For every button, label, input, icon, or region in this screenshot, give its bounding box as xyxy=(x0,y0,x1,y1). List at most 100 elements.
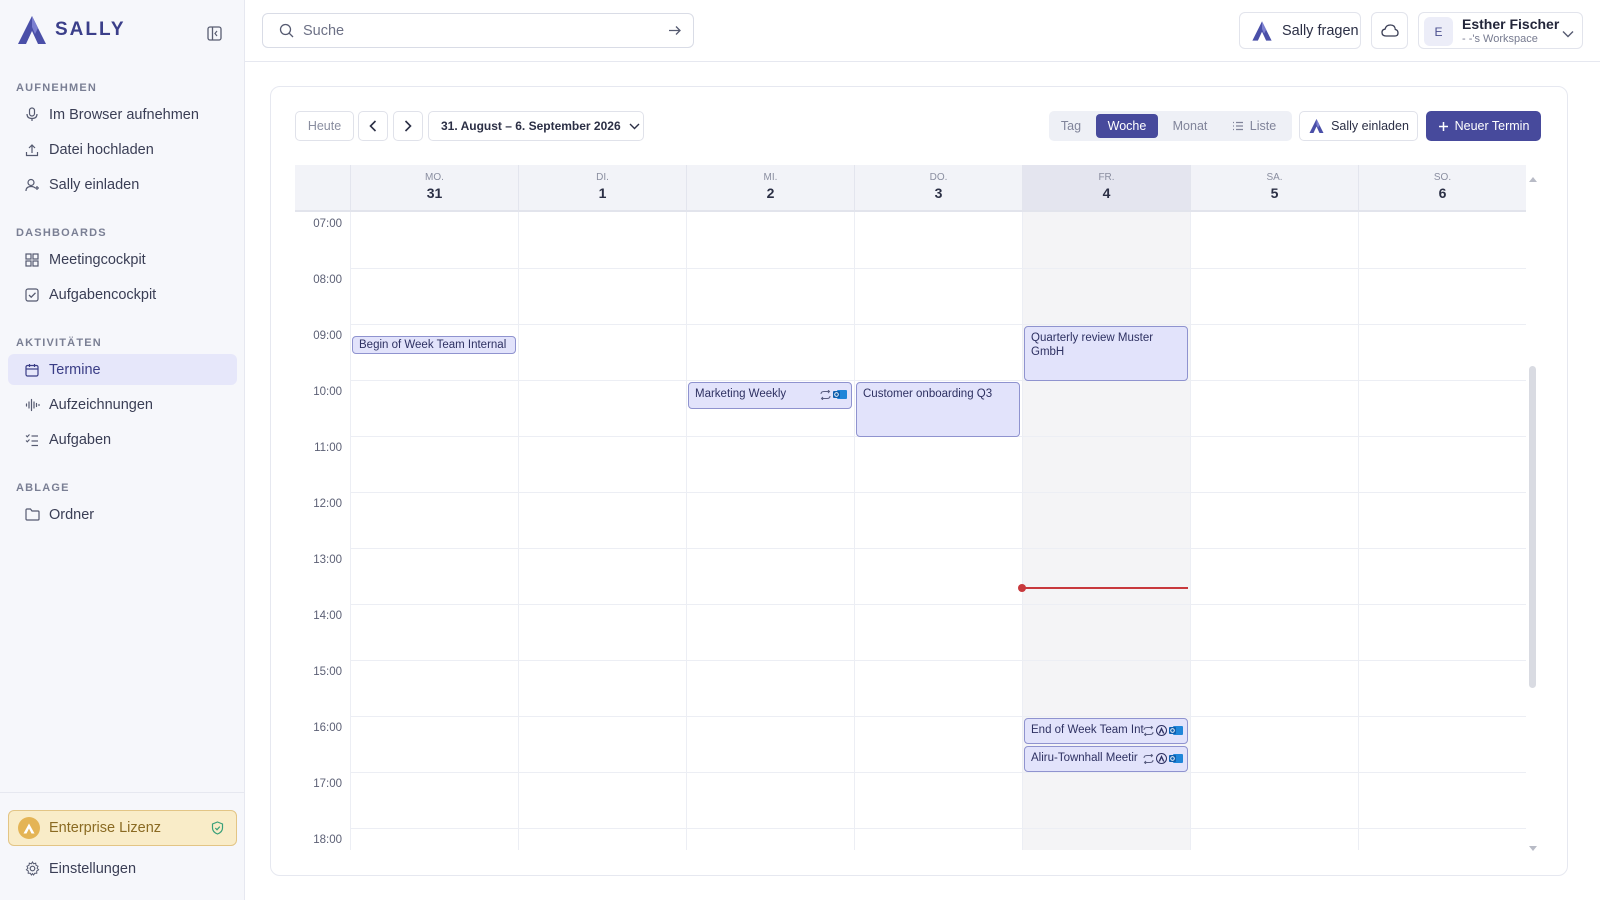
hour-gridline xyxy=(350,268,1526,269)
day-column[interactable] xyxy=(518,212,686,850)
event-title: End of Week Team Int xyxy=(1031,724,1144,736)
add-user-icon xyxy=(24,177,40,193)
license-label: Enterprise Lizenz xyxy=(49,820,162,836)
day-column[interactable] xyxy=(350,212,518,850)
enterprise-license-badge[interactable]: Enterprise Lizenz xyxy=(8,810,237,846)
sidebar-item-aufgabencockpit[interactable]: Aufgabencockpit xyxy=(8,279,237,310)
repeat-icon xyxy=(1143,725,1154,736)
new-event-button[interactable]: Neuer Termin xyxy=(1426,111,1541,141)
day-header[interactable]: DO. 3 xyxy=(854,165,1022,211)
day-abbr: DO. xyxy=(929,172,948,183)
list-icon xyxy=(1232,121,1243,131)
hour-gridline xyxy=(350,380,1526,381)
today-button[interactable]: Heute xyxy=(295,111,354,141)
time-label: 09:00 xyxy=(313,330,342,342)
sidebar-item-aufzeichnungen[interactable]: Aufzeichnungen xyxy=(8,389,237,420)
calendar-event[interactable]: End of Week Team Int xyxy=(1024,718,1188,744)
view-option-day[interactable]: Tag xyxy=(1052,114,1090,138)
day-header-today[interactable]: FR. 4 xyxy=(1022,165,1190,211)
sidebar-item-aufgaben[interactable]: Aufgaben xyxy=(8,424,237,455)
new-event-label: Neuer Termin xyxy=(1454,119,1530,133)
hour-gridline xyxy=(350,324,1526,325)
search-input[interactable]: Suche xyxy=(262,13,694,48)
time-label: 08:00 xyxy=(313,274,342,286)
sidebar-item-record-browser[interactable]: Im Browser aufnehmen xyxy=(8,99,237,130)
outlook-icon xyxy=(1169,754,1183,763)
calendar-event[interactable]: Quarterly review Muster GmbH xyxy=(1024,326,1188,381)
checkbox-icon xyxy=(24,287,40,303)
day-number: 2 xyxy=(766,185,775,201)
day-number: 3 xyxy=(934,185,943,201)
next-week-button[interactable] xyxy=(393,111,423,141)
day-number: 31 xyxy=(426,185,443,201)
day-header[interactable]: SA. 5 xyxy=(1190,165,1358,211)
calendar-event[interactable]: Begin of Week Team Internal xyxy=(352,336,516,354)
event-icons xyxy=(820,389,847,400)
day-number: 5 xyxy=(1270,185,1279,201)
current-time-line xyxy=(1022,587,1188,589)
event-title: Quarterly review Muster GmbH xyxy=(1031,332,1154,358)
logo-text: SALLY xyxy=(55,19,126,40)
repeat-icon xyxy=(1143,753,1154,764)
grid-icon xyxy=(24,252,40,268)
sidebar-item-meetingcockpit[interactable]: Meetingcockpit xyxy=(8,244,237,275)
day-abbr: SO. xyxy=(1433,172,1452,183)
outlook-icon xyxy=(1169,726,1183,735)
scroll-down-arrow-icon[interactable] xyxy=(1528,839,1538,855)
cloud-sync-button[interactable] xyxy=(1371,12,1408,49)
day-column[interactable] xyxy=(1190,212,1358,850)
view-option-month[interactable]: Monat xyxy=(1162,114,1218,138)
event-title: Begin of Week Team Internal xyxy=(359,339,507,351)
date-range-picker[interactable]: 31. August – 6. September 2026 xyxy=(428,111,644,141)
calendar-event[interactable]: Marketing Weekly xyxy=(688,382,852,409)
hour-gridline xyxy=(350,492,1526,493)
time-label: 15:00 xyxy=(313,666,342,678)
day-abbr: SA. xyxy=(1266,172,1283,183)
event-icons xyxy=(1143,725,1183,736)
sally-logo-icon xyxy=(1309,119,1324,133)
section-title-aufnehmen: AUFNEHMEN xyxy=(16,82,98,94)
calendar-scrollbar[interactable] xyxy=(1529,366,1536,688)
shield-check-icon xyxy=(211,821,224,839)
sidebar-item-ordner[interactable]: Ordner xyxy=(8,499,237,530)
time-label: 14:00 xyxy=(313,610,342,622)
day-header[interactable]: MI. 2 xyxy=(686,165,854,211)
calendar-event[interactable]: Customer onboarding Q3 xyxy=(856,382,1020,437)
invite-sally-button[interactable]: Sally einladen xyxy=(1299,111,1418,141)
view-option-week[interactable]: Woche xyxy=(1096,114,1158,138)
collapse-sidebar-icon[interactable] xyxy=(204,23,224,43)
scroll-up-arrow-icon[interactable] xyxy=(1528,170,1538,186)
sidebar-item-einstellungen[interactable]: Einstellungen xyxy=(8,853,237,884)
hour-gridline xyxy=(350,828,1526,829)
ask-sally-button[interactable]: Sally fragen xyxy=(1239,12,1361,49)
day-header[interactable]: MO. 31 xyxy=(350,165,518,211)
invite-sally-label: Sally einladen xyxy=(1331,119,1409,133)
day-number: 4 xyxy=(1102,185,1111,201)
arrow-right-icon[interactable] xyxy=(667,23,682,42)
user-name: Esther Fischer xyxy=(1462,16,1560,32)
day-column[interactable] xyxy=(686,212,854,850)
sidebar-item-invite-sally[interactable]: Sally einladen xyxy=(8,169,237,200)
hour-gridline xyxy=(350,716,1526,717)
hour-gridline xyxy=(350,548,1526,549)
waveform-icon xyxy=(24,397,40,413)
previous-week-button[interactable] xyxy=(358,111,388,141)
time-label: 07:00 xyxy=(313,218,342,230)
app-logo[interactable]: SALLY xyxy=(15,14,126,46)
time-gutter-header xyxy=(295,165,350,211)
calendar-event[interactable]: Aliru-Townhall Meetir xyxy=(1024,746,1188,772)
day-column[interactable] xyxy=(1358,212,1526,850)
upload-icon xyxy=(24,142,40,158)
time-label: 11:00 xyxy=(314,442,342,454)
ask-sally-label: Sally fragen xyxy=(1282,22,1359,39)
sidebar-item-upload-file[interactable]: Datei hochladen xyxy=(8,134,237,165)
day-column[interactable] xyxy=(854,212,1022,850)
sidebar-item-termine[interactable]: Termine xyxy=(8,354,237,385)
user-menu-button[interactable]: E Esther Fischer - -'s Workspace xyxy=(1418,12,1583,49)
hour-gridline xyxy=(350,772,1526,773)
day-header[interactable]: SO. 6 xyxy=(1358,165,1526,211)
chevron-right-icon xyxy=(404,120,412,132)
view-option-list[interactable]: Liste xyxy=(1224,114,1284,138)
day-number: 6 xyxy=(1438,185,1447,201)
day-header[interactable]: DI. 1 xyxy=(518,165,686,211)
